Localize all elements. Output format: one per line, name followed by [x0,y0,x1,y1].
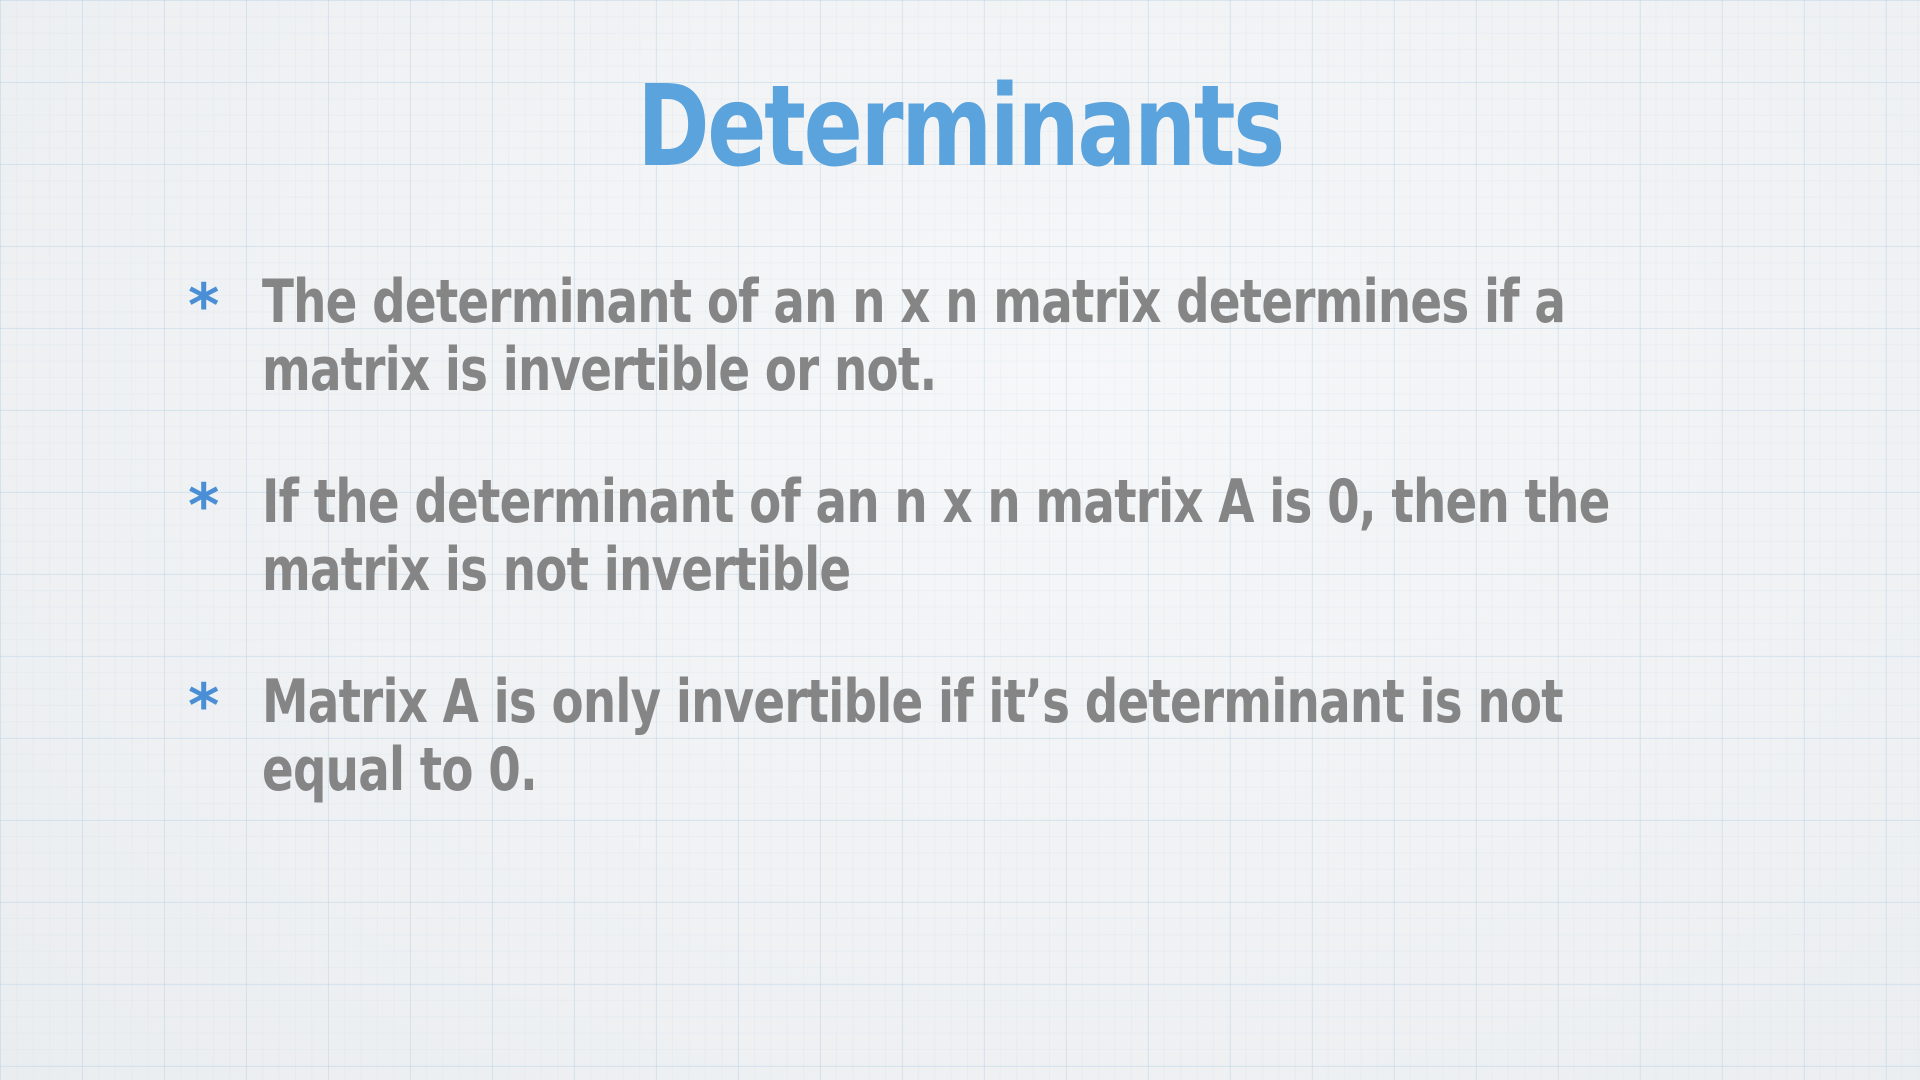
bullet-text-line: The determinant of an n x n matrix deter… [262,267,1566,337]
bullet-text: If the determinant of an n x n matrix A … [262,467,1610,605]
bullet-text-line: Matrix A is only invertible if it’s dete… [262,667,1564,737]
bullet-text: The determinant of an n x n matrix deter… [262,267,1566,405]
slide: Determinants * The determinant of an n x… [0,0,1920,1080]
bullet-text-line: matrix is invertible or not. [262,335,937,405]
bullet-text: Matrix A is only invertible if it’s dete… [262,667,1564,805]
asterisk-bullet-icon: * [188,271,220,341]
slide-title: Determinants [637,62,1285,192]
bullet-item: * Matrix A is only invertible if it’s de… [188,668,1748,868]
bullet-text-line: If the determinant of an n x n matrix A … [262,467,1610,537]
bullet-text-line: matrix is not invertible [262,535,851,605]
asterisk-bullet-icon: * [188,471,220,541]
bullet-item: * If the determinant of an n x n matrix … [188,468,1748,668]
asterisk-bullet-icon: * [188,671,220,741]
bullet-list: * The determinant of an n x n matrix det… [188,268,1748,868]
bullet-text-line: equal to 0. [262,735,538,805]
bullet-item: * The determinant of an n x n matrix det… [188,268,1748,468]
